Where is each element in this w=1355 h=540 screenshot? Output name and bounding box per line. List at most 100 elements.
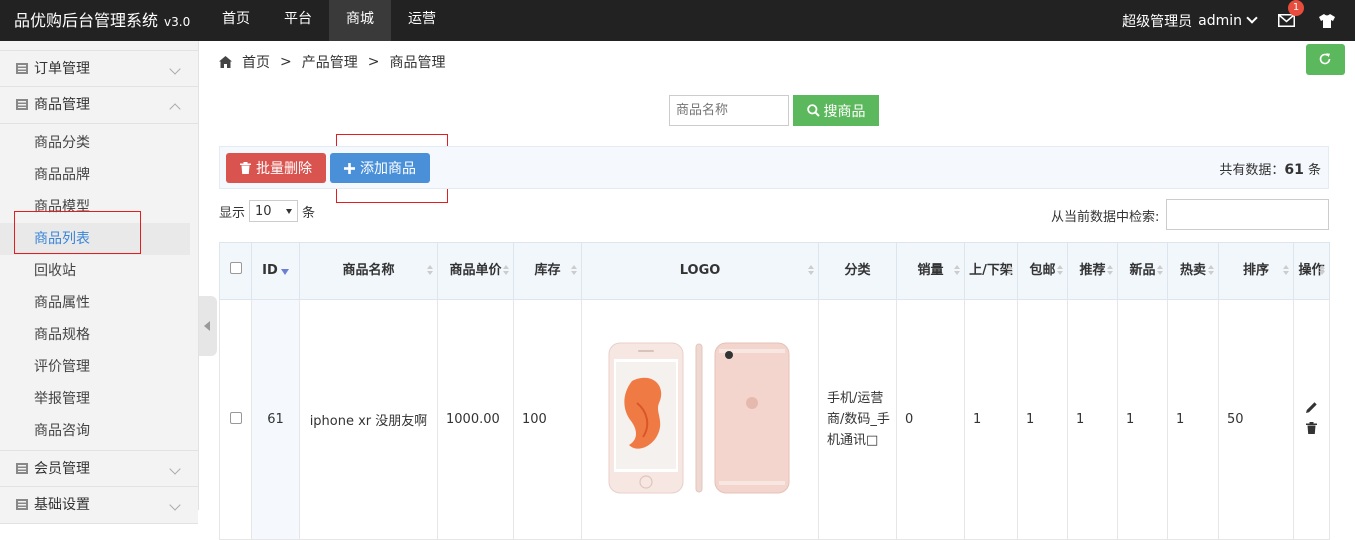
product-name-search-input[interactable] [669, 95, 789, 126]
page-length-control: 显示 10 条 [219, 200, 315, 222]
row-checkbox[interactable] [229, 411, 242, 424]
col-actions: 操作 [1293, 242, 1330, 300]
breadcrumb-product-admin[interactable]: 产品管理 [302, 52, 358, 72]
nav-home[interactable]: 首页 [205, 0, 267, 41]
col-free-ship[interactable]: 包邮 [1017, 242, 1068, 300]
chevron-up-icon [169, 103, 181, 115]
sort-icon [1319, 265, 1325, 277]
sidebar-item-consult[interactable]: 商品咨询 [0, 415, 198, 447]
filter-label: 从当前数据中检索: [1051, 210, 1160, 225]
sidebar-group-products[interactable]: 商品管理 [0, 87, 198, 124]
sidebar-group-members[interactable]: 会员管理 [0, 450, 198, 487]
batch-delete-label: 批量删除 [256, 161, 312, 177]
nav-mall[interactable]: 商城 [329, 0, 391, 41]
breadcrumb-separator: > [280, 54, 292, 70]
col-recommend[interactable]: 推荐 [1067, 242, 1118, 300]
breadcrumb-home[interactable]: 首页 [242, 52, 270, 72]
app-brand[interactable]: 品优购后台管理系统 v3.0 [14, 0, 190, 41]
user-menu[interactable]: 超级管理员 admin [1122, 11, 1258, 31]
sidebar-group-base-settings[interactable]: 基础设置 [0, 487, 198, 524]
cell-sales: 0 [896, 299, 965, 540]
mail-icon[interactable]: 1 [1278, 0, 1304, 28]
product-submenu: 商品分类 商品品牌 商品模型 商品列表 回收站 商品属性 商品规格 评价管理 举… [0, 124, 198, 447]
refresh-button[interactable] [1306, 44, 1345, 75]
sidebar-collapse-toggle[interactable] [199, 296, 217, 356]
table-filter-input[interactable] [1166, 199, 1329, 230]
col-hot-label: 热卖 [1179, 263, 1206, 278]
row-select-cell [219, 299, 252, 540]
col-stock-label: 库存 [534, 263, 561, 278]
batch-delete-button[interactable]: 批量删除 [226, 153, 326, 183]
col-category: 分类 [818, 242, 897, 300]
col-stock[interactable]: 库存 [513, 242, 582, 300]
col-hot[interactable]: 热卖 [1167, 242, 1219, 300]
refresh-icon [1319, 53, 1331, 65]
nav-platform[interactable]: 平台 [267, 0, 329, 41]
sidebar-item-spec[interactable]: 商品规格 [0, 319, 198, 351]
cell-id: 61 [251, 299, 300, 540]
select-all-checkbox[interactable] [229, 262, 242, 274]
notification-badge: 1 [1288, 0, 1304, 16]
length-suffix: 条 [302, 205, 316, 221]
home-icon [219, 56, 232, 68]
sidebar-item-category[interactable]: 商品分类 [0, 127, 198, 159]
cell-onsale: 1 [964, 299, 1018, 540]
list-icon [16, 499, 28, 510]
length-prefix: 显示 [219, 205, 246, 221]
col-free-ship-label: 包邮 [1029, 263, 1056, 278]
total-number: 61 [1284, 162, 1304, 178]
col-name-label: 商品名称 [342, 263, 395, 278]
cell-actions [1293, 299, 1330, 540]
sort-icon [503, 265, 509, 277]
add-product-button[interactable]: 添加商品 [330, 153, 430, 183]
edit-icon[interactable] [1294, 401, 1329, 418]
table-header-row: ID 商品名称 商品单价 库存 LOGO 分类 销量 上/下架 包邮 推荐 新品… [219, 242, 1330, 300]
top-navbar: 品优购后台管理系统 v3.0 首页 平台 商城 运营 超级管理员 admin 1 [0, 0, 1355, 41]
theme-shirt-icon[interactable] [1318, 13, 1336, 29]
chevron-down-icon [1246, 12, 1258, 24]
col-name[interactable]: 商品名称 [299, 242, 438, 300]
sidebar-group-label: 订单管理 [34, 61, 90, 77]
product-table: ID 商品名称 商品单价 库存 LOGO 分类 销量 上/下架 包邮 推荐 新品… [219, 242, 1330, 540]
page-length-select[interactable]: 10 [249, 200, 299, 222]
col-logo[interactable]: LOGO [581, 242, 819, 300]
select-all-header [219, 242, 252, 300]
sort-icon [427, 265, 433, 277]
app-title: 品优购后台管理系统 [14, 11, 159, 30]
main-nav: 首页 平台 商城 运营 [205, 0, 453, 41]
total-suffix: 条 [1303, 163, 1321, 178]
nav-operation[interactable]: 运营 [391, 0, 453, 41]
col-onsale[interactable]: 上/下架 [964, 242, 1018, 300]
col-sales[interactable]: 销量 [896, 242, 965, 300]
sidebar-item-review[interactable]: 评价管理 [0, 351, 198, 383]
sidebar-item-recycle[interactable]: 回收站 [0, 255, 198, 287]
table-toolbar: 批量删除 添加商品 共有数据：61 条 [219, 146, 1329, 189]
col-sales-label: 销量 [917, 263, 944, 278]
breadcrumb: 首页 > 产品管理 > 商品管理 [219, 52, 445, 72]
sidebar-item-report[interactable]: 举报管理 [0, 383, 198, 415]
col-id[interactable]: ID [251, 242, 300, 300]
sort-icon [1007, 265, 1013, 277]
total-count: 共有数据：61 条 [1219, 159, 1321, 178]
user-role: 超级管理员 [1122, 13, 1193, 30]
breadcrumb-current: 商品管理 [389, 55, 446, 71]
sort-icon [1057, 265, 1063, 277]
col-logo-label: LOGO [679, 263, 721, 278]
sort-icon [954, 265, 960, 277]
sort-icon [808, 265, 814, 277]
col-recommend-label: 推荐 [1079, 263, 1106, 278]
col-new[interactable]: 新品 [1117, 242, 1168, 300]
sidebar-item-brand[interactable]: 商品品牌 [0, 159, 198, 191]
col-price-label: 商品单价 [449, 263, 502, 278]
col-sort[interactable]: 排序 [1218, 242, 1294, 300]
search-products-button[interactable]: 搜商品 [793, 95, 879, 126]
highlight-box [14, 211, 141, 254]
cell-new: 1 [1117, 299, 1168, 540]
sidebar-group-label: 商品管理 [34, 97, 90, 113]
sort-icon [571, 265, 577, 277]
sidebar-item-attribute[interactable]: 商品属性 [0, 287, 198, 319]
cell-free-ship: 1 [1017, 299, 1068, 540]
col-price[interactable]: 商品单价 [437, 242, 514, 300]
delete-icon[interactable] [1294, 422, 1329, 438]
sidebar-group-orders[interactable]: 订单管理 [0, 50, 198, 87]
